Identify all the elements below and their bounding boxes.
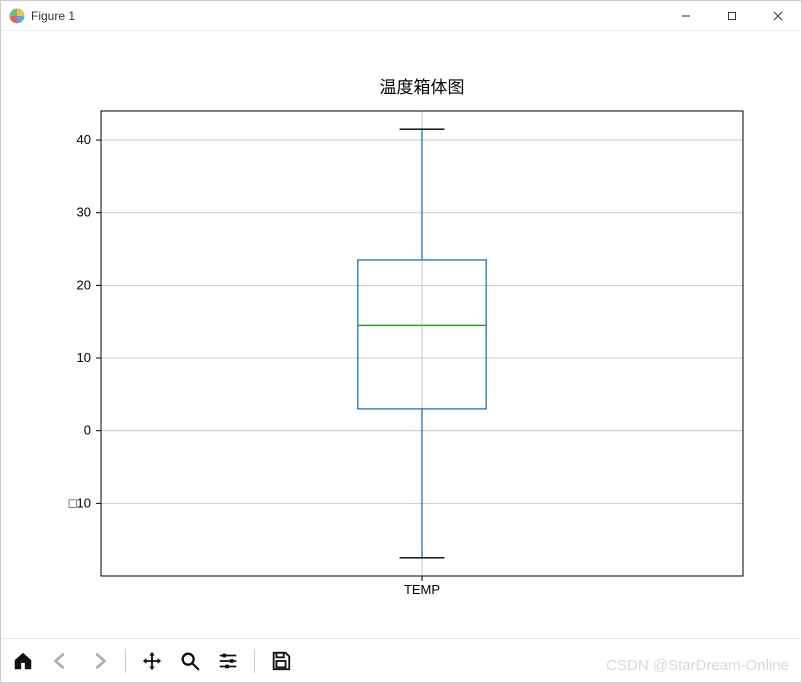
window-controls (663, 1, 801, 30)
x-tick-label: TEMP (404, 582, 440, 597)
maximize-button[interactable] (709, 1, 755, 30)
y-tick-label: 20 (77, 277, 91, 292)
window-title: Figure 1 (31, 9, 663, 23)
home-icon[interactable] (9, 647, 37, 675)
save-icon[interactable] (267, 647, 295, 675)
y-tick-label: 10 (77, 350, 91, 365)
boxplot-chart: 温度箱体图 □10 0 10 20 30 40 TEMP (1, 31, 801, 638)
y-tick-label: □10 (69, 495, 91, 510)
pan-icon[interactable] (138, 647, 166, 675)
back-icon[interactable] (47, 647, 75, 675)
configure-icon[interactable] (214, 647, 242, 675)
chart-title: 温度箱体图 (380, 78, 465, 97)
matplotlib-toolbar: CSDN @StarDream-Online (1, 638, 801, 682)
plot-area[interactable]: 温度箱体图 □10 0 10 20 30 40 TEMP (1, 31, 801, 638)
minimize-button[interactable] (663, 1, 709, 30)
y-tick-label: 30 (77, 205, 91, 220)
zoom-icon[interactable] (176, 647, 204, 675)
y-tick-label: 0 (84, 423, 91, 438)
y-tick-label: 40 (77, 132, 91, 147)
toolbar-separator (254, 649, 255, 673)
watermark-text: CSDN @StarDream-Online (606, 657, 789, 674)
window-titlebar: Figure 1 (1, 1, 801, 31)
forward-icon[interactable] (85, 647, 113, 675)
toolbar-separator (125, 649, 126, 673)
close-button[interactable] (755, 1, 801, 30)
app-icon (9, 8, 25, 24)
figure-window: Figure 1 温度箱体图 □10 0 10 20 30 40 TEMP (0, 0, 802, 683)
